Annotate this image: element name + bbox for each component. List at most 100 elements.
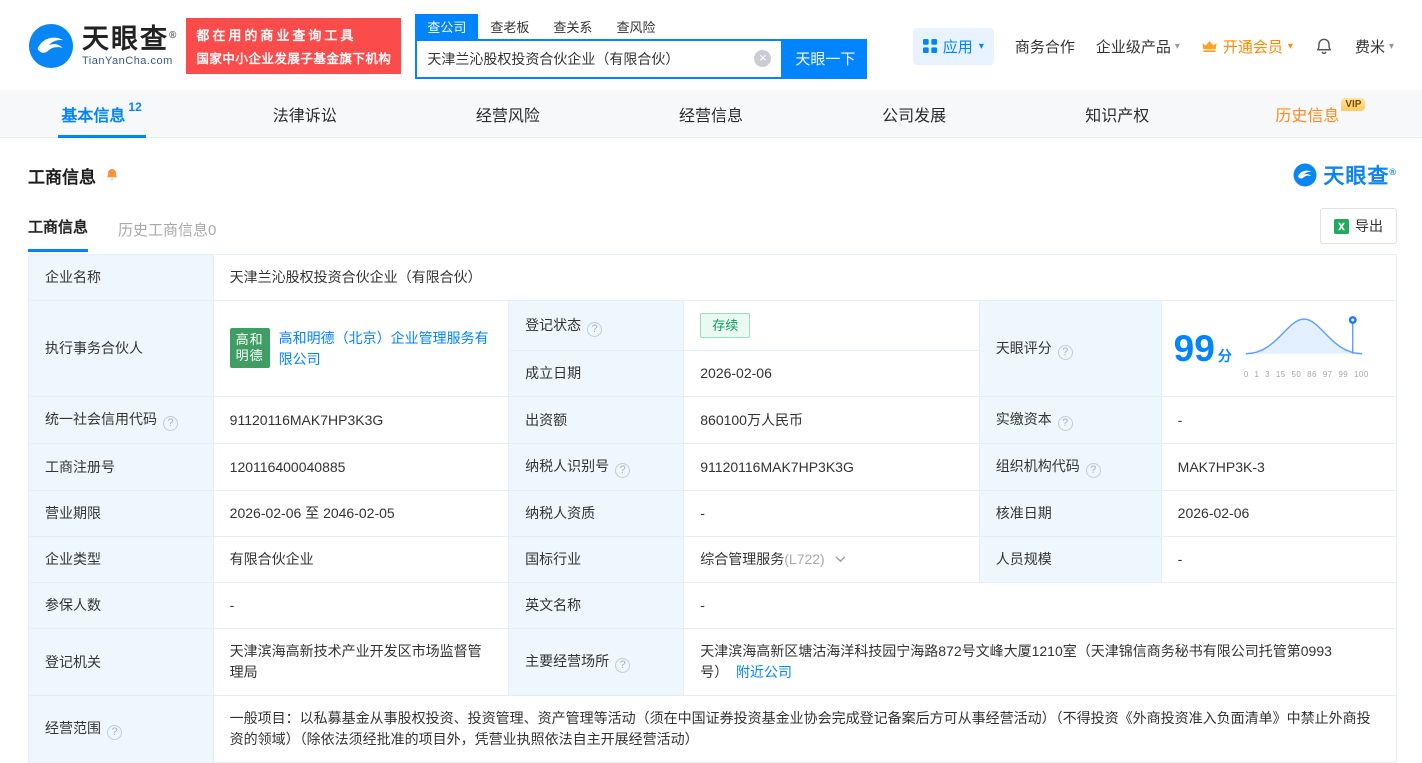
partner-company-link[interactable]: 高和明德（北京）企业管理服务有限公司 (279, 328, 492, 370)
export-button[interactable]: 导出 (1320, 208, 1397, 244)
chevron-down-icon: ▾ (1388, 40, 1394, 52)
search-tab-boss[interactable]: 查老板 (478, 14, 541, 39)
paid-capital-value: - (1160, 396, 1398, 444)
taxpayer-id-label: 纳税人识别号? (508, 443, 685, 491)
help-icon[interactable]: ? (615, 658, 631, 673)
table-row: 工商注册号 120116400040885 纳税人识别号? 91120116MA… (28, 443, 1398, 491)
credit-code-value: 91120116MAK7HP3K3G (212, 396, 510, 444)
table-row: 经营范围? 一般项目：以私募基金从事股权投资、投资管理、资产管理等活动（须在中国… (28, 695, 1398, 763)
registry-value: 天津滨海高新技术产业开发区市场监督管理局 (212, 628, 510, 696)
staff-size-value: - (1160, 536, 1398, 583)
table-row: 营业期限 2026-02-06 至 2046-02-05 纳税人资质 - 核准日… (28, 490, 1398, 537)
tab-legal-litigation[interactable]: 法律诉讼 (203, 90, 406, 137)
nearby-companies-link[interactable]: 附近公司 (736, 664, 792, 680)
reg-number-label: 工商注册号 (28, 443, 214, 491)
chevron-down-icon: ▾ (978, 40, 984, 52)
header-right-menu: 应用 ▾ 商务合作 企业级产品 ▾ 开通会员 ▾ 费米 ▾ (912, 27, 1394, 65)
tab-intellectual-property[interactable]: 知识产权 (1016, 90, 1219, 137)
help-icon[interactable]: ? (107, 725, 122, 740)
promo-line2: 国家中小企业发展子基金旗下机构 (196, 52, 392, 66)
tianyancha-logo-icon (1293, 163, 1317, 187)
help-icon[interactable]: ? (615, 463, 631, 478)
logo-text: 天眼查® TianYanCha.com (82, 23, 177, 68)
status-badge: 存续 (700, 313, 751, 338)
subtab-row: 工商信息 历史工商信息0 导出 (28, 208, 1397, 252)
business-info-table: 企业名称 天津兰沁股权投资合伙企业（有限合伙） 执行事务合伙人 高和明德 高和明… (28, 254, 1398, 763)
company-name-value: 天津兰沁股权投资合伙企业（有限合伙） (212, 254, 1398, 301)
apps-menu[interactable]: 应用 ▾ (912, 27, 994, 65)
table-row: 执行事务合伙人 高和明德 高和明德（北京）企业管理服务有限公司 登记状态? 存续… (28, 300, 1398, 397)
taxpayer-quality-label: 纳税人资质 (508, 490, 685, 537)
reg-number-value: 120116400040885 (212, 443, 510, 491)
main-content: 工商信息 天眼查® 工商信息 历史工商信息0 导出 企业名称 天津兰沁股权投资合… (0, 160, 1422, 763)
chevron-down-icon[interactable] (835, 556, 846, 563)
chevron-down-icon: ▾ (1287, 40, 1293, 52)
table-row: 参保人数 - 英文名称 - (28, 582, 1397, 629)
section-title: 工商信息 (28, 167, 96, 187)
company-type-value: 有限合伙企业 (212, 536, 510, 583)
search-button[interactable]: 天眼一下 (783, 38, 868, 79)
score-axis-labels: 0 1 3 15 50 86 97 99 100 (1243, 369, 1369, 379)
vip-badge: VIP (1341, 98, 1366, 111)
tab-basic-info[interactable]: 基本信息 12 (0, 90, 203, 137)
section-header: 工商信息 天眼查® (28, 160, 1397, 190)
search-box: × (415, 38, 784, 79)
business-term-value: 2026-02-06 至 2046-02-05 (212, 490, 510, 537)
user-menu[interactable]: 费米 ▾ (1355, 36, 1394, 57)
registry-label: 登记机关 (28, 628, 214, 696)
apps-label: 应用 (942, 38, 973, 56)
score-distribution-chart: 0 1 3 15 50 86 97 99 100 (1244, 313, 1369, 385)
search-tab-company[interactable]: 查公司 (415, 13, 479, 39)
alarm-bell-icon[interactable] (104, 167, 120, 183)
tab-operation-info[interactable]: 经营信息 (609, 90, 812, 137)
logo-title: 天眼查® (82, 23, 177, 54)
tab-history-info[interactable]: 历史信息 VIP (1219, 90, 1422, 137)
help-icon[interactable]: ? (587, 321, 603, 337)
search-area: 查公司 查老板 查关系 查风险 × 天眼一下 (415, 13, 868, 79)
enterprise-product-menu[interactable]: 企业级产品 ▾ (1096, 36, 1180, 57)
help-icon[interactable]: ? (1057, 416, 1073, 431)
subtab-business-info[interactable]: 工商信息 (28, 216, 89, 252)
search-tab-risk[interactable]: 查风险 (604, 14, 667, 39)
english-name-label: 英文名称 (508, 582, 685, 629)
subtab-history-business-info[interactable]: 历史工商信息0 (118, 219, 216, 252)
business-term-label: 营业期限 (28, 490, 214, 537)
industry-code: (L722) (784, 551, 825, 567)
promo-badge: 都在用的商业查询工具 国家中小企业发展子基金旗下机构 (186, 18, 402, 74)
insured-count-value: - (212, 582, 510, 629)
crown-icon (1202, 40, 1217, 52)
top-header: 天眼查® TianYanCha.com 都在用的商业查询工具 国家中小企业发展子… (0, 0, 1422, 90)
capital-label: 出资额 (508, 396, 685, 444)
insured-count-label: 参保人数 (28, 582, 214, 629)
partner-logo: 高和明德 (229, 327, 270, 368)
business-scope-value: 一般项目：以私募基金从事股权投资、投资管理、资产管理等活动（须在中国证券投资基金… (212, 695, 1398, 763)
address-value: 天津滨海高新区塘沽海洋科技园宁海路872号文峰大厦1210室（天津锦信商务秘书有… (683, 628, 1397, 696)
notification-bell-icon[interactable] (1314, 36, 1334, 56)
table-row: 统一社会信用代码? 91120116MAK7HP3K3G 出资额 860100万… (28, 396, 1398, 444)
industry-value: 综合管理服务(L722) (683, 536, 980, 583)
tab-operation-risk[interactable]: 经营风险 (406, 90, 609, 137)
capital-value: 860100万人民币 (683, 396, 980, 444)
taxpayer-quality-value: - (683, 490, 980, 537)
credit-code-label: 统一社会信用代码? (28, 396, 214, 444)
tianyancha-logo[interactable]: 天眼查® TianYanCha.com (28, 23, 176, 69)
excel-icon (1334, 218, 1349, 234)
business-cooperation-link[interactable]: 商务合作 (1015, 36, 1075, 57)
search-input[interactable] (427, 50, 755, 67)
table-row: 登记机关 天津滨海高新技术产业开发区市场监督管理局 主要经营场所? 天津滨海高新… (28, 628, 1397, 696)
help-icon[interactable]: ? (1057, 344, 1073, 360)
search-tab-relation[interactable]: 查关系 (541, 14, 604, 39)
help-icon[interactable]: ? (1085, 463, 1101, 478)
promo-line1: 都在用的商业查询工具 (196, 28, 357, 43)
tab-company-development[interactable]: 公司发展 (813, 90, 1016, 137)
vip-upgrade-link[interactable]: 开通会员 ▾ (1201, 36, 1293, 57)
taxpayer-id-value: 91120116MAK7HP3K3G (683, 443, 980, 491)
help-icon[interactable]: ? (163, 416, 178, 431)
address-label: 主要经营场所? (508, 628, 685, 696)
table-row: 企业类型 有限合伙企业 国标行业 综合管理服务(L722) 人员规模 - (28, 536, 1398, 583)
established-label: 成立日期 (508, 350, 685, 397)
brand-watermark: 天眼查® (1293, 160, 1397, 190)
clear-icon[interactable]: × (754, 50, 772, 67)
org-code-value: MAK7HP3K-3 (1160, 443, 1398, 491)
chevron-down-icon: ▾ (1174, 40, 1180, 52)
